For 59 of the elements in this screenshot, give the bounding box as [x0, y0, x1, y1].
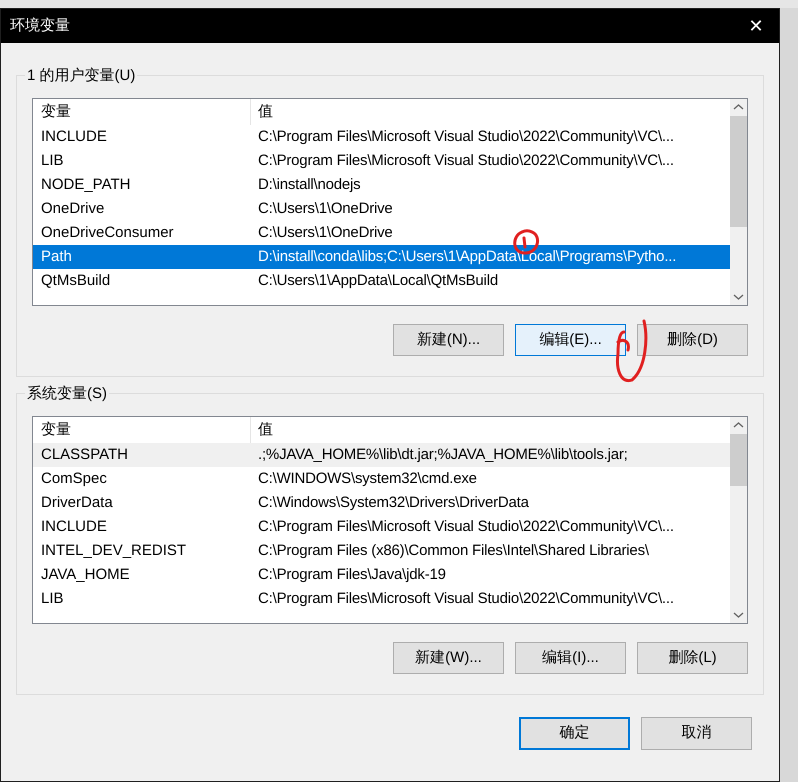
variable-row[interactable]: LIB C:\Program Files\Microsoft Visual Studio\2022\Community\VC\... [33, 587, 730, 611]
variable-row[interactable]: ComSpec C:\WINDOWS\system32\cmd.exe [33, 467, 730, 491]
variable-value: D:\install\conda\libs;C:\Users\1\AppData\Local\Programs\Pytho... [257, 246, 676, 267]
variable-name: Path [40, 246, 73, 267]
window-title: 环境变量 [10, 16, 70, 36]
variable-row[interactable]: JAVA_HOME C:\Program Files\Java\jdk-19 [33, 563, 730, 587]
variable-value: C:\Users\1\OneDrive [257, 222, 393, 243]
variable-value: C:\Users\1\AppData\Local\QtMsBuild [257, 270, 498, 291]
dialog-button[interactable]: 编辑(E)... [515, 324, 626, 356]
variable-name: QtMsBuild [40, 270, 112, 291]
column-header[interactable]: 变量 [33, 99, 251, 125]
variable-row[interactable]: CLASSPATH .;%JAVA_HOME%\lib\dt.jar;%JAVA_HOME%\lib\tools.jar; [33, 443, 730, 467]
variable-name: INCLUDE [40, 126, 108, 147]
variable-value: D:\install\nodejs [257, 174, 360, 195]
dialog-button[interactable]: 编辑(I)... [515, 642, 626, 674]
variable-row[interactable]: INCLUDE C:\Program Files\Microsoft Visual Studio\2022\Community\VC\... [33, 125, 730, 149]
column-header[interactable]: 值 [251, 417, 730, 443]
dialog-button[interactable]: 新建(N)... [393, 324, 504, 356]
variable-name: NODE_PATH [40, 174, 132, 195]
variable-value: .;%JAVA_HOME%\lib\dt.jar;%JAVA_HOME%\lib\tools.jar; [257, 444, 628, 465]
variable-name: ComSpec [40, 468, 108, 489]
dialog-button[interactable]: 删除(L) [637, 642, 748, 674]
scrollbar[interactable] [730, 99, 747, 305]
variable-name: CLASSPATH [40, 444, 129, 465]
variable-row[interactable]: OneDriveConsumer C:\Users\1\OneDrive [33, 221, 730, 245]
variable-name: LIB [40, 150, 65, 171]
variable-row[interactable]: DriverData C:\Windows\System32\Drivers\DriverData [33, 491, 730, 515]
variable-name: OneDriveConsumer [40, 222, 175, 243]
dialog-button[interactable]: 删除(D) [637, 324, 748, 356]
variable-row[interactable]: OneDrive C:\Users\1\OneDrive [33, 197, 730, 221]
dialog-button[interactable]: 确定 [519, 717, 630, 750]
dialog-button[interactable]: 新建(W)... [393, 642, 504, 674]
variable-name: INTEL_DEV_REDIST [40, 540, 188, 561]
close-button[interactable]: ✕ [733, 9, 779, 43]
dialog-button[interactable]: 取消 [641, 717, 752, 750]
variable-value: C:\WINDOWS\system32\cmd.exe [257, 468, 477, 489]
variable-name: LIB [40, 588, 65, 609]
variable-row[interactable]: QtMsBuild C:\Users\1\AppData\Local\QtMsBuild [33, 269, 730, 293]
variable-row[interactable]: INCLUDE C:\Program Files\Microsoft Visual Studio\2022\Community\VC\... [33, 515, 730, 539]
variable-name: INCLUDE [40, 516, 108, 537]
variable-name: OneDrive [40, 198, 106, 219]
variable-name: JAVA_HOME [40, 564, 131, 585]
variable-value: C:\Program Files\Microsoft Visual Studio\2022\Community\VC\... [257, 150, 674, 171]
variable-value: C:\Program Files\Microsoft Visual Studio\2022\Community\VC\... [257, 516, 674, 537]
scrollbar-thumb[interactable] [730, 434, 747, 486]
variable-value: C:\Program Files (x86)\Common Files\Intel\Shared Libraries\ [257, 540, 649, 561]
variable-value: C:\Program Files\Java\jdk-19 [257, 564, 446, 585]
variable-name: DriverData [40, 492, 114, 513]
scrollbar-thumb[interactable] [730, 116, 747, 227]
column-header[interactable]: 值 [251, 99, 730, 125]
variable-value: C:\Users\1\OneDrive [257, 198, 393, 219]
variable-row[interactable]: LIB C:\Program Files\Microsoft Visual Studio\2022\Community\VC\... [33, 149, 730, 173]
scrollbar[interactable] [730, 417, 747, 623]
variable-value: C:\Program Files\Microsoft Visual Studio\2022\Community\VC\... [257, 126, 674, 147]
variable-value: C:\Windows\System32\Drivers\DriverData [257, 492, 529, 513]
variable-row[interactable]: Path D:\install\conda\libs;C:\Users\1\AppData\Local\Programs\Pytho... [33, 245, 730, 269]
variable-row[interactable]: INTEL_DEV_REDIST C:\Program Files (x86)\Common Files\Intel\Shared Libraries\ [33, 539, 730, 563]
variable-value: C:\Program Files\Microsoft Visual Studio\2022\Community\VC\... [257, 588, 674, 609]
variable-row[interactable]: NODE_PATH D:\install\nodejs [33, 173, 730, 197]
